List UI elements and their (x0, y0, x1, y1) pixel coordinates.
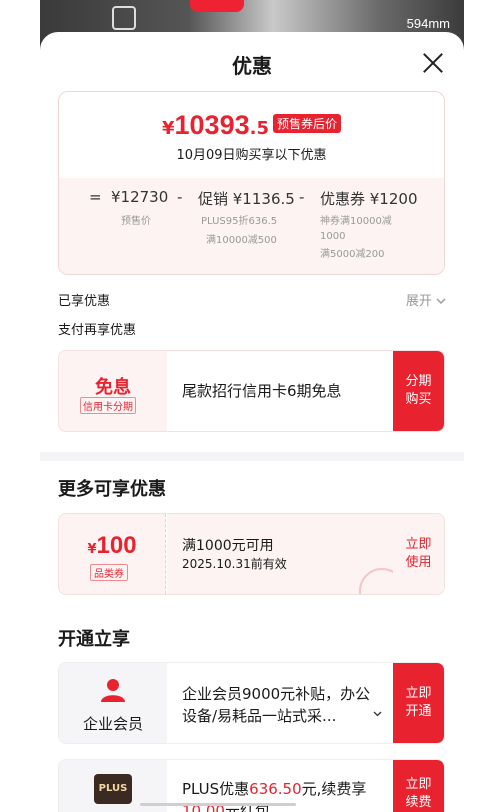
installment-btn-line2: 购买 (405, 392, 432, 407)
promo-value: 促销 ¥1136.5 (198, 190, 295, 208)
presale-value: ¥12730 (111, 188, 169, 206)
discount-sheet: 优惠 ¥10393.5 预售券后价 10月09日购买享以下优惠 = ¥12730 … (40, 32, 464, 812)
coupon-detail-3: 满5000减200 (320, 249, 385, 260)
coupon-condition: 满1000元可用 (182, 538, 274, 554)
installment-desc: 尾款招行信用卡6期免息 (182, 382, 342, 400)
minus-sign-1: - (177, 188, 183, 206)
price-decimal: .5 (249, 118, 269, 139)
price-summary-card: ¥10393.5 预售券后价 10月09日购买享以下优惠 = ¥12730 预售价… (58, 91, 445, 275)
plus-desc-amount: 636.50 (249, 780, 302, 798)
coupon-value: 优惠券 ¥1200 (320, 190, 418, 208)
installment-title: 免息 (95, 377, 131, 398)
enterprise-open-button[interactable]: 立即 开通 (393, 663, 444, 743)
expand-label: 展开 (405, 294, 432, 309)
promo-detail-1: PLUS95折636.5 (201, 216, 278, 227)
section-divider (40, 452, 464, 461)
enterprise-btn-line2: 开通 (405, 704, 432, 719)
dimension-label: 594mm (406, 16, 450, 31)
enterprise-member-card[interactable]: 企业会员 企业会员9000元补贴，办公设备/易耗品一站式采... 立即开通 (58, 662, 445, 744)
coupon-use-button[interactable]: 立即 使用 (393, 514, 444, 594)
coupon-detail-1: 神券满10000减 (320, 216, 392, 227)
coupon-expiry: 2025.10.31前有效 (182, 557, 287, 571)
plus-renew-button[interactable]: 立即 续费 (393, 760, 444, 812)
enterprise-btn-line1: 立即 (405, 686, 432, 701)
installment-btn-line1: 分期 (405, 374, 432, 389)
plus-btn-line2: 续费 (405, 795, 432, 810)
coupon-card[interactable]: ¥100 品类券 满1000元可用 2025.10.31前有效 立即使用 (58, 513, 445, 595)
installment-card-left: 免息 信用卡分期 (59, 351, 167, 431)
plus-logo-icon: PLUS (94, 774, 132, 804)
coupon-card-left: ¥100 品类券 (59, 514, 166, 594)
expand-toggle[interactable]: 展开 (406, 290, 446, 309)
presale-label: 预售价 (121, 216, 151, 227)
installment-sub-badge: 信用卡分期 (80, 397, 136, 414)
pay-more-label: 支付再享优惠 (58, 323, 137, 338)
installment-card[interactable]: 免息 信用卡分期 尾款招行信用卡6期免息 分期购买 (58, 350, 445, 432)
product-logo-icon (112, 6, 136, 30)
coupon-btn-line2: 使用 (405, 555, 432, 570)
enjoyed-label: 已享优惠 (58, 294, 111, 309)
close-icon[interactable] (422, 52, 444, 74)
coupon-type-badge: 品类券 (90, 564, 128, 581)
coupon-btn-line1: 立即 (405, 537, 432, 552)
chevron-down-icon[interactable] (373, 711, 382, 717)
home-indicator (140, 803, 296, 806)
chevron-down-icon (436, 298, 446, 304)
coupon-currency: ¥ (87, 542, 97, 557)
enterprise-name: 企业会员 (82, 715, 143, 733)
plus-btn-line1: 立即 (405, 777, 432, 792)
user-icon (101, 679, 125, 702)
promo-sticker (190, 0, 244, 12)
installment-buy-button[interactable]: 分期 购买 (393, 351, 444, 431)
price-currency: ¥ (161, 118, 175, 139)
coupon-amount: ¥100 (59, 532, 165, 560)
promo-detail-2: 满10000减500 (206, 235, 277, 246)
minus-sign-2: - (299, 188, 305, 206)
plus-desc-c: 元,续费享 (301, 780, 367, 798)
sheet-title: 优惠 (232, 54, 272, 78)
coupon-value-num: 100 (96, 532, 137, 559)
price-tag-badge: 预售券后价 (272, 114, 341, 133)
price-integer: 10393 (174, 110, 250, 140)
more-discounts-title: 更多可享优惠 (58, 479, 166, 500)
plus-desc: PLUS优惠636.50元,续费享 10.00元红包 (182, 778, 392, 812)
enterprise-card-left: 企业会员 (59, 663, 167, 743)
plus-desc-a: PLUS优惠 (182, 780, 250, 798)
buy-date-text: 10月09日购买享以下优惠 (176, 148, 327, 163)
equals-sign: = (89, 188, 102, 206)
coupon-detail-2: 1000 (320, 231, 346, 242)
enterprise-desc: 企业会员9000元补贴，办公设备/易耗品一站式采... (182, 685, 371, 725)
final-price: ¥10393.5 预售券后价 (59, 110, 444, 141)
open-membership-title: 开通立享 (58, 629, 130, 650)
